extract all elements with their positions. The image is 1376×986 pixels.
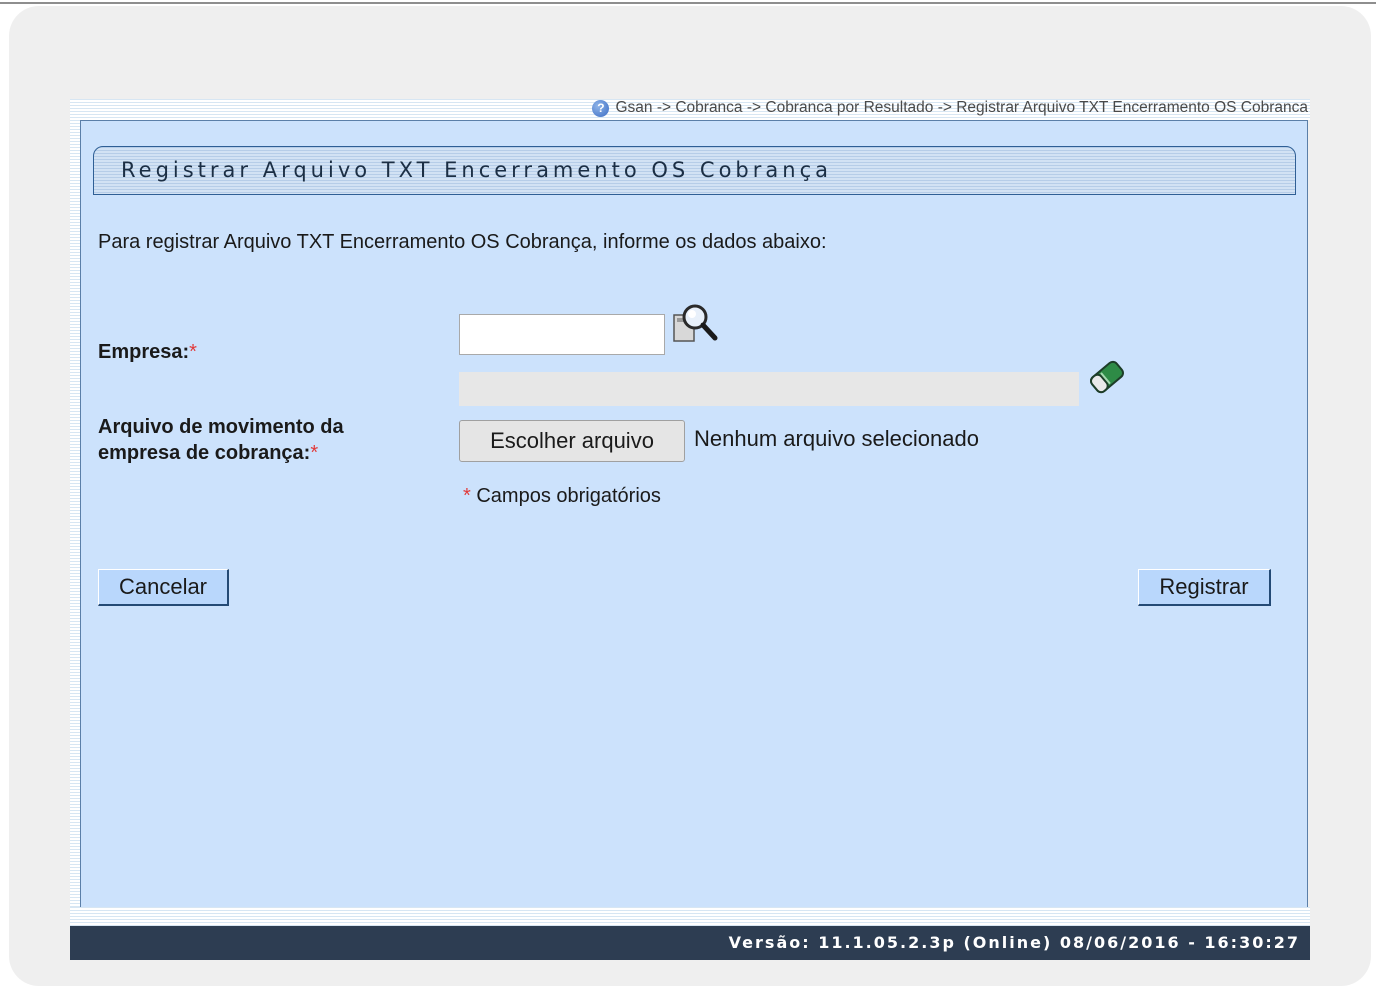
empresa-label-text: Empresa: — [98, 341, 190, 363]
empresa-code-input[interactable] — [459, 314, 665, 355]
empresa-description-field — [459, 372, 1079, 406]
breadcrumb-text: Gsan -> Cobranca -> Cobranca por Resulta… — [615, 99, 1308, 116]
intro-text: Para registrar Arquivo TXT Encerramento … — [98, 231, 827, 253]
footer-bar: Versão: 11.1.05.2.3p (Online) 08/06/2016… — [70, 926, 1310, 960]
footer-band — [70, 907, 1310, 926]
required-note-text: Campos obrigatórios — [476, 485, 661, 507]
cancel-button[interactable]: Cancelar — [98, 569, 229, 606]
required-fields-note: * Campos obrigatórios — [463, 485, 661, 508]
form-panel: Registrar Arquivo TXT Encerramento OS Co… — [80, 120, 1308, 908]
breadcrumb: ? Gsan -> Cobranca -> Cobranca por Resul… — [592, 98, 1308, 118]
magnifier-icon[interactable] — [671, 301, 719, 345]
eraser-icon[interactable] — [1085, 356, 1129, 398]
form-title-bar: Registrar Arquivo TXT Encerramento OS Co… — [93, 146, 1296, 195]
arquivo-label-text: Arquivo de movimento da empresa de cobra… — [98, 416, 344, 464]
required-mark: * — [189, 341, 197, 363]
required-mark: * — [310, 442, 319, 464]
version-text: Versão: 11.1.05.2.3p (Online) 08/06/2016… — [728, 933, 1300, 952]
register-button[interactable]: Registrar — [1138, 569, 1271, 606]
window-top-border — [0, 0, 1376, 4]
left-decorative-strip — [70, 120, 80, 908]
question-circle-icon[interactable]: ? — [592, 99, 610, 117]
choose-file-button[interactable]: Escolher arquivo — [459, 420, 685, 462]
page-title: Registrar Arquivo TXT Encerramento OS Co… — [121, 158, 832, 182]
empresa-label: Empresa:* — [98, 339, 197, 365]
file-status-text: Nenhum arquivo selecionado — [694, 426, 979, 451]
required-mark: * — [463, 485, 471, 507]
arquivo-label: Arquivo de movimento da empresa de cobra… — [98, 414, 428, 466]
